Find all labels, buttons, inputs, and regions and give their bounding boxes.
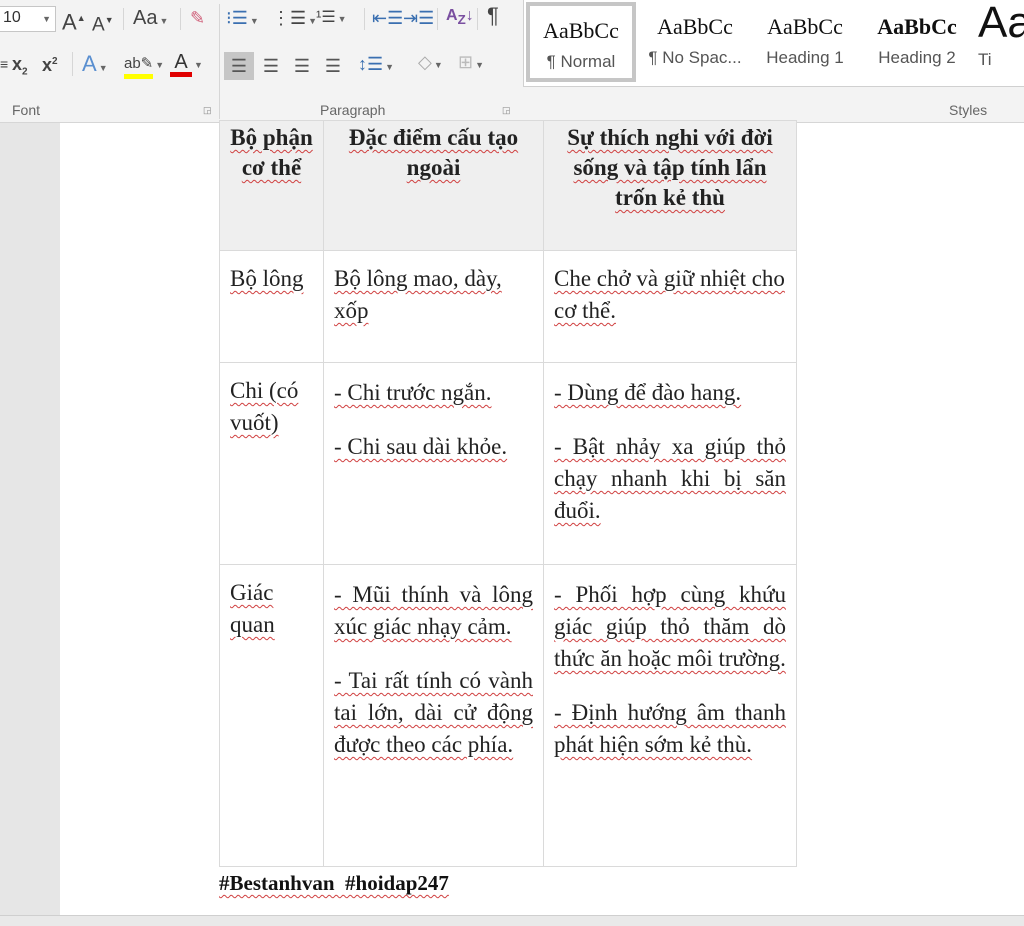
ribbon: 10 ▼ A▲ A▼ Aa ▼ ✎ ≡ x2 x2 A ▼ ab✎ ▼ A ▼ Font … bbox=[0, 0, 1024, 123]
dialog-launcher-icon[interactable]: ◲ bbox=[502, 105, 511, 116]
cell-paragraph: - Dùng để đào hang. bbox=[554, 380, 742, 405]
style-normal[interactable]: AaBbCc ¶ Normal bbox=[526, 2, 636, 82]
table-header-row: Bộ phận cơ thể Đặc điểm cấu tạo ngoài Sự… bbox=[219, 120, 797, 251]
table-cell[interactable]: Giác quan bbox=[219, 564, 324, 867]
cell-paragraph: - Bật nhảy xa giúp thỏ chạy nhanh khi bị… bbox=[554, 434, 786, 523]
table-cell[interactable]: Chi (có vuốt) bbox=[219, 362, 324, 565]
table-row: Bộ lông Bộ lông mao, dày, xốp Che chở và… bbox=[219, 250, 797, 363]
table-cell[interactable]: Che chở và giữ nhiệt cho cơ thể. bbox=[543, 250, 797, 363]
styles-group-label: Styles bbox=[949, 102, 988, 118]
clear-formatting-icon[interactable]: ✎ bbox=[190, 6, 205, 30]
style-preview: Aa bbox=[978, 2, 1024, 47]
table-cell[interactable]: - Phối hợp cùng khứu giác giúp thỏ thăm … bbox=[543, 564, 797, 867]
chevron-down-icon[interactable]: ▼ bbox=[42, 14, 51, 24]
table-row: Chi (có vuốt) - Chi trước ngắn. - Chi sau… bbox=[219, 362, 797, 565]
table-row: Giác quan - Mũi thính và lông xúc giác n… bbox=[219, 564, 797, 867]
table-cell[interactable]: Bộ lông bbox=[219, 250, 324, 363]
cell-paragraph: - Định hướng âm thanh phát hiện sớm kẻ t… bbox=[554, 700, 786, 757]
style-name: Heading 2 bbox=[878, 48, 956, 67]
text-effects-icon[interactable]: A ▼ bbox=[82, 52, 108, 80]
increase-indent-icon[interactable]: ⇥☰ bbox=[403, 6, 434, 30]
style-name: Ti bbox=[978, 50, 992, 69]
style-name: Heading 1 bbox=[766, 48, 844, 67]
style-name: ¶ Normal bbox=[546, 52, 616, 71]
style-heading-1[interactable]: AaBbCc Heading 1 bbox=[750, 2, 860, 82]
highlighter-icon: ab✎ bbox=[124, 54, 154, 79]
shading-icon[interactable]: ◇ ▼ bbox=[418, 50, 443, 77]
cell-paragraph: - Mũi thính và lông xúc giác nhạy cảm. bbox=[334, 582, 533, 639]
status-bar-strip bbox=[0, 915, 1024, 926]
header-text: Bộ phận cơ thể bbox=[230, 125, 313, 180]
multilevel-list-icon[interactable]: ¹☰ ▼ bbox=[316, 6, 347, 31]
style-title[interactable]: Aa Ti bbox=[978, 2, 1024, 82]
header-cell[interactable]: Bộ phận cơ thể bbox=[219, 120, 324, 251]
grow-font-icon[interactable]: A▲ bbox=[62, 6, 86, 34]
align-right-icon[interactable]: ☰ bbox=[287, 52, 317, 80]
align-left-icon[interactable]: ☰ bbox=[224, 52, 254, 80]
style-no-spacing[interactable]: AaBbCc ¶ No Spac... bbox=[640, 2, 750, 82]
hashtag-text: #Bestanhvan #hoidap247 bbox=[219, 871, 449, 895]
borders-icon[interactable]: ⊞ ▼ bbox=[458, 50, 484, 77]
change-case-button[interactable]: Aa ▼ bbox=[133, 6, 168, 33]
font-size-box[interactable]: 10 ▼ bbox=[0, 6, 56, 32]
cell-text: Bộ lông mao, dày, xốp bbox=[334, 266, 502, 323]
style-heading-2[interactable]: AaBbCc Heading 2 bbox=[862, 2, 972, 82]
dialog-launcher-icon[interactable]: ◲ bbox=[203, 105, 212, 116]
decrease-indent-icon[interactable]: ⇤☰ bbox=[372, 6, 403, 30]
style-preview: AaBbCc bbox=[767, 14, 843, 39]
header-cell[interactable]: Đặc điểm cấu tạo ngoài bbox=[323, 120, 544, 251]
superscript-icon[interactable]: x2 bbox=[42, 50, 58, 77]
font-size-value: 10 bbox=[3, 9, 21, 26]
cell-paragraph: - Phối hợp cùng khứu giác giúp thỏ thăm … bbox=[554, 582, 786, 671]
header-cell[interactable]: Sự thích nghi với đời sống và tập tính l… bbox=[543, 120, 797, 251]
font-color-button[interactable]: A ▼ bbox=[170, 50, 203, 77]
change-case-label: Aa bbox=[133, 7, 158, 29]
shrink-font-icon[interactable]: A▼ bbox=[92, 8, 114, 37]
cell-paragraph: - Chi sau dài khỏe. bbox=[334, 434, 508, 459]
sort-icon[interactable]: AZ↓ bbox=[446, 4, 474, 32]
table-cell[interactable]: Bộ lông mao, dày, xốp bbox=[323, 250, 544, 363]
font-color-icon: A bbox=[170, 52, 192, 77]
style-name: ¶ No Spac... bbox=[648, 48, 742, 67]
document-table: Bộ phận cơ thể Đặc điểm cấu tạo ngoài Sự… bbox=[219, 120, 797, 867]
cell-paragraph: - Chi trước ngắn. bbox=[334, 380, 492, 405]
paragraph-group-label: Paragraph bbox=[320, 102, 386, 118]
style-preview: AaBbCc bbox=[657, 14, 733, 39]
bullets-icon[interactable]: ⁝☰ ▼ bbox=[226, 6, 259, 33]
cell-paragraph: - Tai rất tính có vành tai lớn, dài cử đ… bbox=[334, 668, 533, 757]
line-spacing-icon[interactable]: ↕☰ ▼ bbox=[358, 52, 394, 79]
cell-text: Chi (có vuốt) bbox=[230, 378, 299, 435]
font-group-label: Font bbox=[12, 102, 41, 118]
subscript-icon[interactable]: x2 bbox=[12, 52, 28, 85]
highlight-color-button[interactable]: ab✎ ▼ bbox=[124, 50, 164, 79]
justify-icon[interactable]: ☰ bbox=[318, 52, 348, 80]
header-text: Sự thích nghi với đời sống và tập tính l… bbox=[567, 125, 773, 210]
style-preview: AaBbCc bbox=[877, 14, 957, 39]
header-text: Đặc điểm cấu tạo ngoài bbox=[348, 125, 519, 180]
align-center-icon[interactable]: ☰ bbox=[256, 52, 286, 80]
strikethrough-icon[interactable]: ≡ bbox=[0, 52, 8, 76]
table-cell[interactable]: - Dùng để đào hang. - Bật nhảy xa giúp th… bbox=[543, 362, 797, 565]
cell-text: Bộ lông bbox=[230, 266, 304, 291]
show-formatting-icon[interactable]: ¶ bbox=[487, 4, 499, 28]
table-cell[interactable]: - Chi trước ngắn. - Chi sau dài khỏe. bbox=[323, 362, 544, 565]
cell-text: Giác quan bbox=[230, 580, 275, 637]
styles-gallery: AaBbCc ¶ Normal AaBbCc ¶ No Spac... AaBbCc… bbox=[523, 0, 1024, 87]
table-cell[interactable]: - Mũi thính và lông xúc giác nhạy cảm. - … bbox=[323, 564, 544, 867]
numbering-icon[interactable]: ⋮☰ ▼ bbox=[272, 6, 317, 33]
style-preview: AaBbCc bbox=[543, 18, 619, 43]
cell-text: Che chở và giữ nhiệt cho cơ thể. bbox=[554, 266, 785, 323]
